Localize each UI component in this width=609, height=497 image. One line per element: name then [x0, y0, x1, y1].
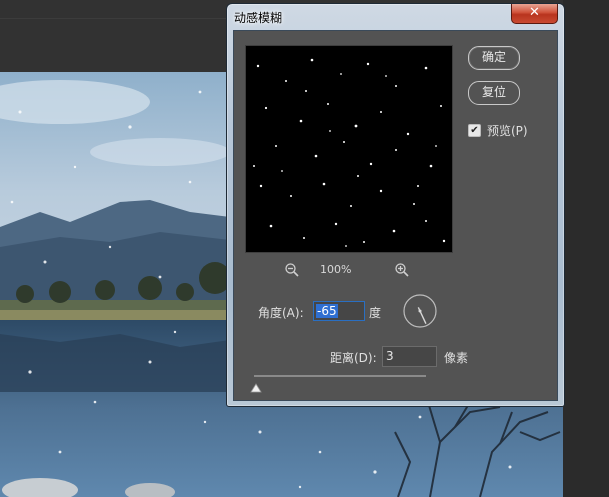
checkmark-icon: ✔ — [470, 125, 479, 136]
reset-button[interactable]: 复位 — [468, 81, 520, 105]
distance-unit: 像素 — [444, 351, 469, 365]
distance-label: 距离(D): — [330, 351, 377, 365]
snow-preview-image — [253, 58, 446, 247]
distance-input[interactable]: 3 — [382, 346, 437, 367]
filter-preview[interactable] — [245, 45, 453, 253]
angle-dial[interactable] — [402, 293, 438, 329]
close-button[interactable]: ✕ — [511, 4, 558, 24]
zoom-level: 100% — [320, 263, 352, 276]
distance-slider-track[interactable] — [254, 375, 426, 377]
angle-dial-icon — [403, 294, 437, 328]
preview-label: 预览(P) — [487, 124, 528, 138]
dialog-title: 动感模糊 — [234, 11, 283, 25]
angle-input[interactable]: -65 — [313, 301, 365, 321]
motion-blur-dialog: 动感模糊 ✕ 100% 确定 复位 ✔ 预览(P) 角度(A): -65 度 距… — [226, 3, 565, 407]
zoom-controls: 100% — [284, 262, 414, 278]
preview-checkbox[interactable]: ✔ — [468, 124, 481, 137]
angle-value: -65 — [316, 304, 338, 318]
distance-slider-thumb[interactable] — [249, 378, 262, 393]
dialog-body: 100% 确定 复位 ✔ 预览(P) 角度(A): -65 度 距离(D): 3… — [233, 30, 558, 401]
angle-unit: 度 — [369, 306, 382, 320]
dialog-titlebar[interactable]: 动感模糊 ✕ — [227, 4, 564, 30]
angle-label: 角度(A): — [258, 306, 304, 320]
close-icon: ✕ — [529, 5, 540, 20]
app-side-panel — [563, 0, 609, 497]
zoom-out-icon[interactable] — [284, 262, 302, 278]
ok-button[interactable]: 确定 — [468, 46, 520, 70]
zoom-in-icon[interactable] — [394, 262, 412, 278]
